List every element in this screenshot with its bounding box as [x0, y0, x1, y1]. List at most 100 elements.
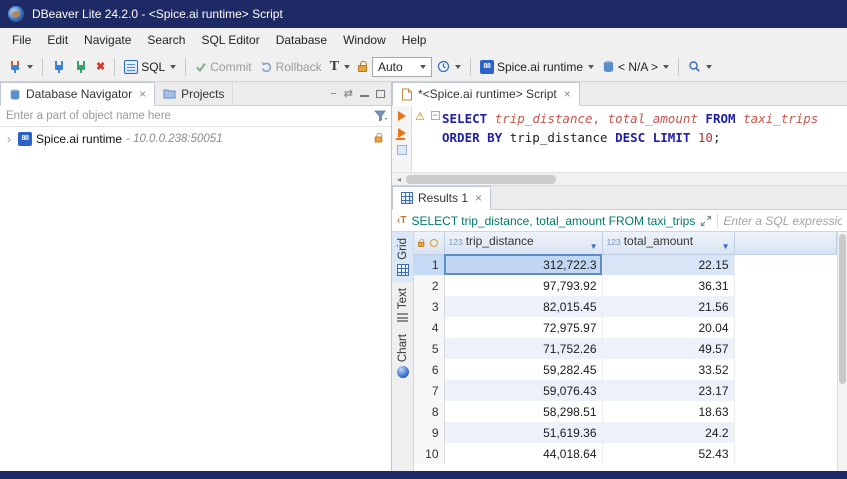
table-row[interactable]: 1 312,722.3 22.15	[414, 254, 837, 275]
cell-total-amount[interactable]: 49.57	[602, 338, 734, 359]
cell-trip-distance[interactable]: 82,015.45	[444, 296, 602, 317]
table-row[interactable]: 5 71,752.26 49.57	[414, 338, 837, 359]
autocommit-lock-button[interactable]	[355, 59, 370, 74]
code-line-1[interactable]: SELECT trip_distance, total_amount FROM …	[442, 109, 847, 128]
explain-plan-icon[interactable]	[397, 145, 407, 155]
schema-selector[interactable]: < N/A >	[599, 58, 672, 76]
cell-total-amount[interactable]: 36.31	[602, 275, 734, 296]
row-number[interactable]: 1	[414, 254, 444, 275]
execute-statement-icon[interactable]	[398, 111, 406, 121]
tab-sql-script[interactable]: *<Spice.ai runtime> Script	[392, 82, 580, 106]
menu-sql-editor[interactable]: SQL Editor	[193, 30, 267, 50]
scroll-left-icon[interactable]	[392, 175, 406, 184]
cell-trip-distance[interactable]: 59,282.45	[444, 359, 602, 380]
tree-item-connection[interactable]: 88 Spice.ai runtime - 10.0.0.238:50051	[0, 129, 391, 148]
close-icon[interactable]	[139, 89, 146, 99]
row-number[interactable]: 6	[414, 359, 444, 380]
row-number[interactable]: 3	[414, 296, 444, 317]
tab-projects[interactable]: Projects	[155, 82, 233, 105]
cell-trip-distance[interactable]: 97,793.92	[444, 275, 602, 296]
table-row[interactable]: 10 44,018.64 52.43	[414, 443, 837, 464]
row-number[interactable]: 9	[414, 422, 444, 443]
rollback-button[interactable]: Rollback	[257, 58, 325, 76]
filter-expression-input[interactable]: Enter a SQL expression to filter results	[723, 214, 842, 228]
table-row[interactable]: 3 82,015.45 21.56	[414, 296, 837, 317]
scrollbar-thumb[interactable]	[839, 234, 846, 384]
table-row[interactable]: 8 58,298.51 18.63	[414, 401, 837, 422]
grid-vertical-scrollbar[interactable]	[837, 232, 847, 471]
menu-search[interactable]: Search	[139, 30, 193, 50]
tab-chart-view[interactable]: Chart	[392, 328, 413, 384]
grid-corner-cell[interactable]	[414, 232, 444, 254]
cell-trip-distance[interactable]: 44,018.64	[444, 443, 602, 464]
editor-horizontal-scrollbar[interactable]	[392, 172, 847, 186]
disconnect-button[interactable]: ✖	[93, 59, 108, 75]
cell-total-amount[interactable]: 20.04	[602, 317, 734, 338]
minimize-view-icon[interactable]	[360, 90, 369, 97]
column-header-total-amount[interactable]: 123total_amount	[602, 232, 734, 254]
expand-panel-icon[interactable]	[700, 215, 712, 227]
search-button[interactable]	[685, 58, 715, 75]
cell-trip-distance[interactable]: 58,298.51	[444, 401, 602, 422]
cell-total-amount[interactable]: 24.2	[602, 422, 734, 443]
connection-selector[interactable]: 88 Spice.ai runtime	[477, 58, 597, 76]
transaction-log-button[interactable]	[434, 58, 464, 75]
fold-collapse-icon[interactable]	[431, 111, 440, 120]
cell-trip-distance[interactable]: 71,752.26	[444, 338, 602, 359]
maximize-view-icon[interactable]	[376, 90, 385, 98]
invalidate-connection-button[interactable]	[71, 58, 91, 76]
object-filter-input[interactable]	[2, 110, 374, 122]
commit-button[interactable]: Commit	[192, 58, 254, 76]
column-header-trip-distance[interactable]: 123trip_distance	[444, 232, 602, 254]
sort-desc-icon[interactable]	[722, 238, 730, 252]
row-number[interactable]: 5	[414, 338, 444, 359]
cell-total-amount[interactable]: 22.15	[602, 254, 734, 275]
connect-button[interactable]	[49, 58, 69, 76]
scrollbar-thumb[interactable]	[406, 175, 556, 184]
menu-window[interactable]: Window	[335, 30, 394, 50]
code-line-2[interactable]: ORDER BY trip_distance DESC LIMIT 10;	[442, 128, 847, 147]
tab-database-navigator[interactable]: Database Navigator	[0, 82, 155, 106]
cell-total-amount[interactable]: 33.52	[602, 359, 734, 380]
cell-trip-distance[interactable]: 59,076.43	[444, 380, 602, 401]
cell-total-amount[interactable]: 21.56	[602, 296, 734, 317]
expand-chevron-icon[interactable]	[4, 132, 14, 146]
close-icon[interactable]	[564, 89, 571, 99]
row-number[interactable]: 10	[414, 443, 444, 464]
column-type-badge: 123	[607, 237, 621, 247]
menu-file[interactable]: File	[4, 30, 39, 50]
menu-edit[interactable]: Edit	[39, 30, 76, 50]
cell-trip-distance[interactable]: 72,975.97	[444, 317, 602, 338]
filter-funnel-icon[interactable]	[374, 110, 388, 122]
close-icon[interactable]	[475, 193, 482, 203]
sort-desc-icon[interactable]	[590, 238, 598, 252]
row-number[interactable]: 2	[414, 275, 444, 296]
table-row[interactable]: 9 51,619.36 24.2	[414, 422, 837, 443]
transaction-mode-button[interactable]: T	[327, 58, 353, 76]
collapse-all-icon[interactable]: −	[330, 88, 336, 100]
row-number[interactable]: 7	[414, 380, 444, 401]
table-row[interactable]: 2 97,793.92 36.31	[414, 275, 837, 296]
sql-editor-button[interactable]: SQL	[121, 58, 179, 76]
tab-text-view[interactable]: Text	[392, 282, 413, 328]
table-row[interactable]: 6 59,282.45 33.52	[414, 359, 837, 380]
tab-results-1[interactable]: Results 1	[392, 186, 491, 210]
new-connection-button[interactable]	[5, 58, 36, 76]
menu-database[interactable]: Database	[268, 30, 335, 50]
cell-trip-distance[interactable]: 51,619.36	[444, 422, 602, 443]
menu-navigate[interactable]: Navigate	[76, 30, 139, 50]
code-area[interactable]: SELECT trip_distance, total_amount FROM …	[442, 106, 847, 172]
menu-help[interactable]: Help	[394, 30, 435, 50]
execute-script-icon[interactable]	[398, 128, 406, 138]
row-number[interactable]: 8	[414, 401, 444, 422]
table-row[interactable]: 4 72,975.97 20.04	[414, 317, 837, 338]
tx-mode-combo[interactable]: Auto	[372, 57, 432, 77]
row-number[interactable]: 4	[414, 317, 444, 338]
cell-trip-distance[interactable]: 312,722.3	[444, 254, 602, 275]
table-row[interactable]: 7 59,076.43 23.17	[414, 380, 837, 401]
cell-total-amount[interactable]: 18.63	[602, 401, 734, 422]
tab-grid-view[interactable]: Grid	[392, 232, 413, 282]
cell-total-amount[interactable]: 52.43	[602, 443, 734, 464]
cell-total-amount[interactable]: 23.17	[602, 380, 734, 401]
link-editor-icon[interactable]: ⇄	[344, 87, 353, 100]
